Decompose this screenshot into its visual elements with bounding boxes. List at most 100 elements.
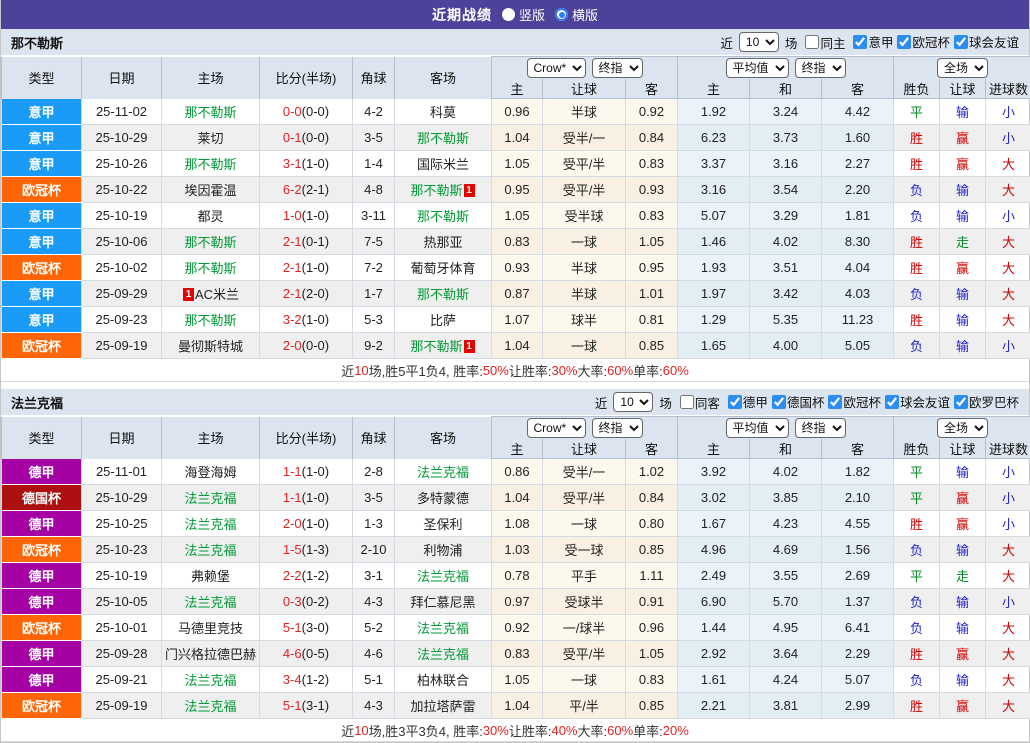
layout-option-horizontal[interactable]: 横版 [555, 5, 598, 24]
team-name[interactable]: 法兰克福 [184, 543, 236, 558]
team-name[interactable]: 那不勒斯 [184, 157, 236, 172]
avg-odds-cell: 5.07 [822, 667, 894, 693]
layout-option-vertical[interactable]: 竖版 [502, 5, 545, 24]
team-name[interactable]: 柏林联合 [417, 673, 469, 688]
league-filter-checkbox[interactable] [728, 395, 742, 409]
col-date: 日期 [82, 417, 162, 459]
league-filter-checkbox[interactable] [897, 35, 911, 49]
league-filter-checkbox[interactable] [954, 395, 968, 409]
match-count-select[interactable]: 10 [739, 32, 779, 52]
avg-company-select[interactable]: 平均值 [726, 418, 789, 438]
team-name[interactable]: 葡萄牙体育 [410, 261, 475, 276]
odds-cell: 1.05 [626, 641, 678, 667]
team-name[interactable]: 弗赖堡 [191, 569, 230, 584]
team-name[interactable]: 比萨 [430, 313, 456, 328]
league-cell: 欧冠杯 [2, 177, 82, 203]
team-name[interactable]: 利物浦 [423, 543, 462, 558]
league-filter-checkbox[interactable] [828, 395, 842, 409]
team-name[interactable]: 法兰克福 [184, 595, 236, 610]
summary-text: 30% [483, 723, 509, 738]
sub-home: 主 [492, 79, 543, 99]
avg-time-select[interactable]: 终指 [795, 418, 846, 438]
team-name[interactable]: 海登海姆 [184, 465, 236, 480]
radio-vertical-icon[interactable] [502, 8, 515, 21]
games-label: 场 [785, 33, 798, 52]
team-name[interactable]: 法兰克福 [417, 621, 469, 636]
team-name[interactable]: 加拉塔萨雷 [410, 699, 475, 714]
league-filter-checkbox[interactable] [853, 35, 867, 49]
same-venue-filter[interactable]: 同客 [676, 393, 720, 412]
odds-time-select[interactable]: 终指 [592, 418, 643, 438]
league-filter[interactable]: 球会友谊 [881, 392, 950, 411]
same-venue-checkbox[interactable] [680, 395, 694, 409]
result-cell: 输 [940, 537, 986, 563]
avg-odds-cell: 3.81 [750, 693, 822, 719]
filter-bar: 近 10 场 同主 意甲欧冠杯球会友谊 [720, 32, 1019, 52]
team-name[interactable]: 拜仁慕尼黑 [410, 595, 475, 610]
team-name[interactable]: 热那亚 [423, 235, 462, 250]
team-name[interactable]: 那不勒斯 [184, 261, 236, 276]
team-name[interactable]: 埃因霍温 [184, 183, 236, 198]
odds-company-select[interactable]: Crow* [527, 418, 586, 438]
team-name[interactable]: 那不勒斯 [417, 131, 469, 146]
team-name[interactable]: 那不勒斯 [184, 235, 236, 250]
league-filter-checkbox[interactable] [885, 395, 899, 409]
team-name[interactable]: 那不勒斯 [417, 209, 469, 224]
team-name[interactable]: 法兰克福 [184, 673, 236, 688]
team-name[interactable]: 马德里竞技 [178, 621, 243, 636]
team-name[interactable]: 莱切 [197, 131, 223, 146]
team-name[interactable]: 法兰克福 [417, 647, 469, 662]
same-venue-filter[interactable]: 同主 [801, 33, 845, 52]
team-name[interactable]: 法兰克福 [417, 569, 469, 584]
radio-horizontal-label: 横版 [572, 5, 598, 24]
match-count-select[interactable]: 10 [613, 392, 653, 412]
team-name[interactable]: 法兰克福 [184, 699, 236, 714]
odds-time-select[interactable]: 终指 [592, 58, 643, 78]
team-name[interactable]: 圣保利 [423, 517, 462, 532]
same-venue-checkbox[interactable] [805, 35, 819, 49]
col-corner: 角球 [353, 417, 395, 459]
team-name[interactable]: 多特蒙德 [417, 491, 469, 506]
league-filter[interactable]: 意甲 [849, 32, 893, 51]
team-name[interactable]: 法兰克福 [417, 465, 469, 480]
team-name[interactable]: 那不勒斯 [417, 287, 469, 302]
team-name[interactable]: 那不勒斯 [410, 339, 462, 354]
league-filter-checkbox[interactable] [954, 35, 968, 49]
team-name[interactable]: 那不勒斯 [410, 183, 462, 198]
odds-company-select[interactable]: Crow* [527, 58, 586, 78]
team-name[interactable]: 国际米兰 [417, 157, 469, 172]
team-name[interactable]: 那不勒斯 [184, 105, 236, 120]
league-filter[interactable]: 德甲 [724, 392, 768, 411]
team-name[interactable]: AC米兰 [195, 287, 239, 302]
fulltime-select[interactable]: 全场 [937, 418, 988, 438]
avg-time-select[interactable]: 终指 [795, 58, 846, 78]
league-filter[interactable]: 德国杯 [768, 392, 825, 411]
fulltime-score: 2-1 [283, 234, 302, 249]
radio-vertical-label: 竖版 [519, 5, 545, 24]
team-name[interactable]: 那不勒斯 [184, 313, 236, 328]
odds-cell: 0.87 [492, 281, 543, 307]
league-filter[interactable]: 欧罗巴杯 [950, 392, 1019, 411]
avg-odds-cell: 2.29 [822, 641, 894, 667]
league-filter[interactable]: 球会友谊 [950, 32, 1019, 51]
avg-company-select[interactable]: 平均值 [726, 58, 789, 78]
fulltime-score: 1-0 [283, 208, 302, 223]
team-name[interactable]: 都灵 [197, 209, 223, 224]
team-name[interactable]: 门兴格拉德巴赫 [165, 647, 256, 662]
team-cell: 法兰克福 [162, 693, 260, 719]
league-filter-checkbox[interactable] [772, 395, 786, 409]
odds-cell: 1.05 [492, 667, 543, 693]
summary-text: 10 [354, 363, 368, 378]
team-name[interactable]: 法兰克福 [184, 491, 236, 506]
date-cell: 25-10-29 [82, 485, 162, 511]
league-cell: 意甲 [2, 203, 82, 229]
team-name[interactable]: 法兰克福 [184, 517, 236, 532]
radio-horizontal-icon[interactable] [555, 8, 568, 21]
fulltime-select[interactable]: 全场 [937, 58, 988, 78]
league-filter[interactable]: 欧冠杯 [824, 392, 881, 411]
sub-draw-avg: 和 [750, 79, 822, 99]
team-name[interactable]: 曼彻斯特城 [178, 339, 243, 354]
team-name[interactable]: 科莫 [430, 105, 456, 120]
odds-cell: 1.05 [492, 203, 543, 229]
league-filter[interactable]: 欧冠杯 [893, 32, 950, 51]
